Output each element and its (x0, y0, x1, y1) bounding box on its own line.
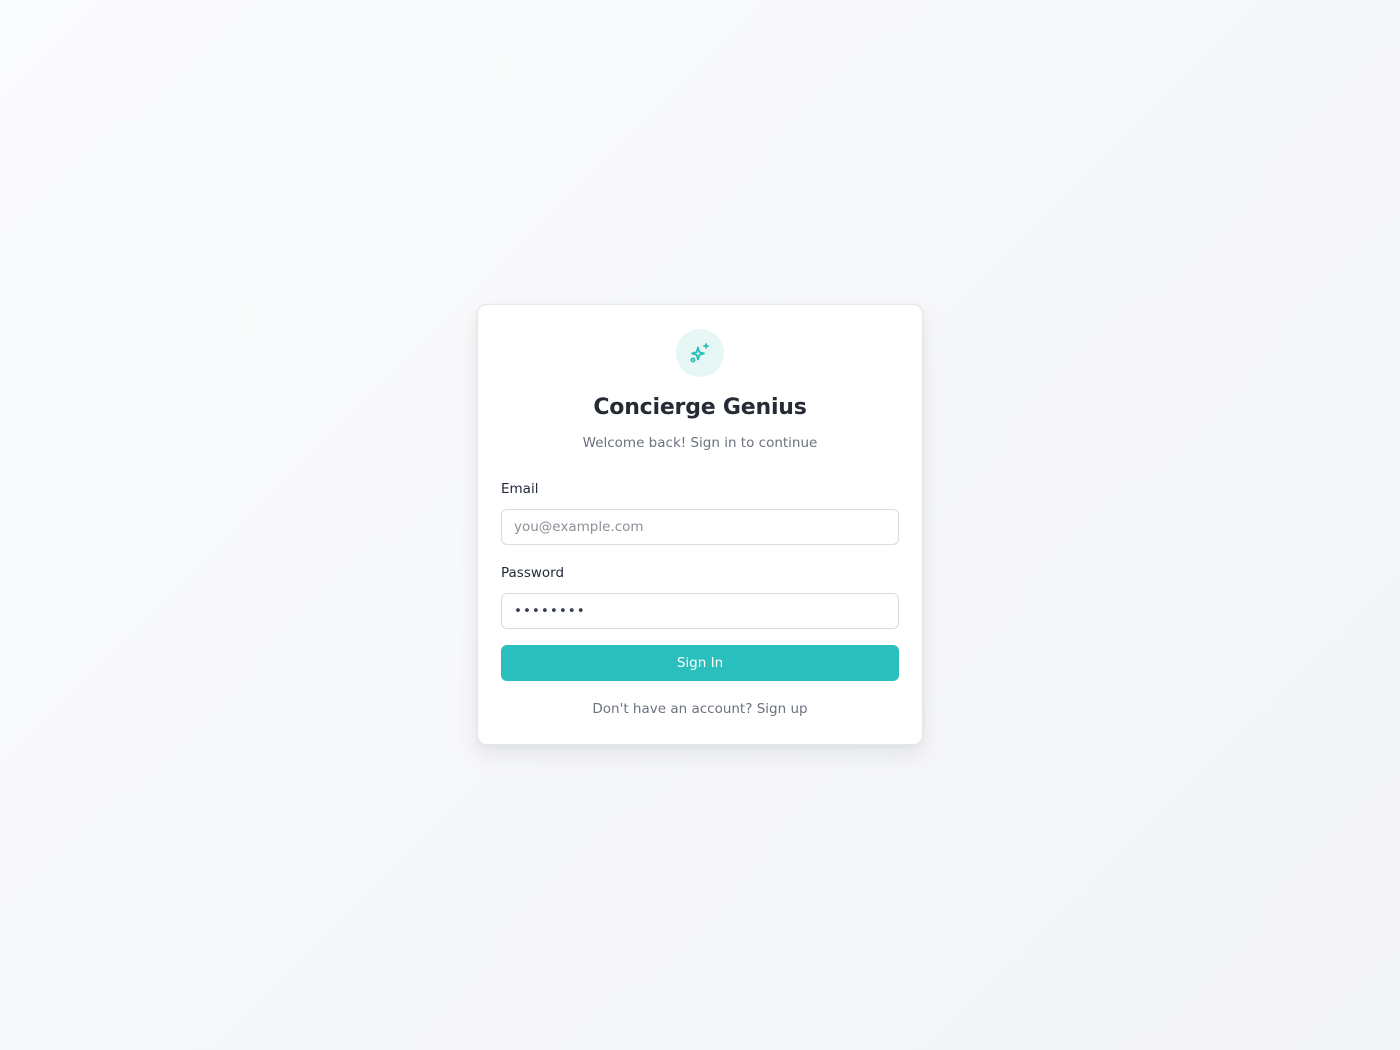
sparkles-icon (690, 343, 709, 363)
email-field[interactable] (501, 509, 899, 545)
logo-badge (676, 329, 724, 377)
password-label: Password (501, 565, 565, 581)
password-field[interactable] (501, 593, 899, 629)
app-subtitle: Welcome back! Sign in to continue (582, 435, 818, 451)
sign-in-button[interactable]: Sign In (501, 645, 899, 681)
app-title: Concierge Genius (593, 395, 807, 420)
signup-prompt-text: Don't have an account? (592, 701, 753, 717)
email-label: Email (501, 481, 539, 497)
sign-up-link[interactable]: Sign up (757, 701, 808, 717)
signup-prompt: Don't have an account? Sign up (478, 701, 922, 717)
login-card: Concierge Genius Welcome back! Sign in t… (477, 304, 923, 745)
